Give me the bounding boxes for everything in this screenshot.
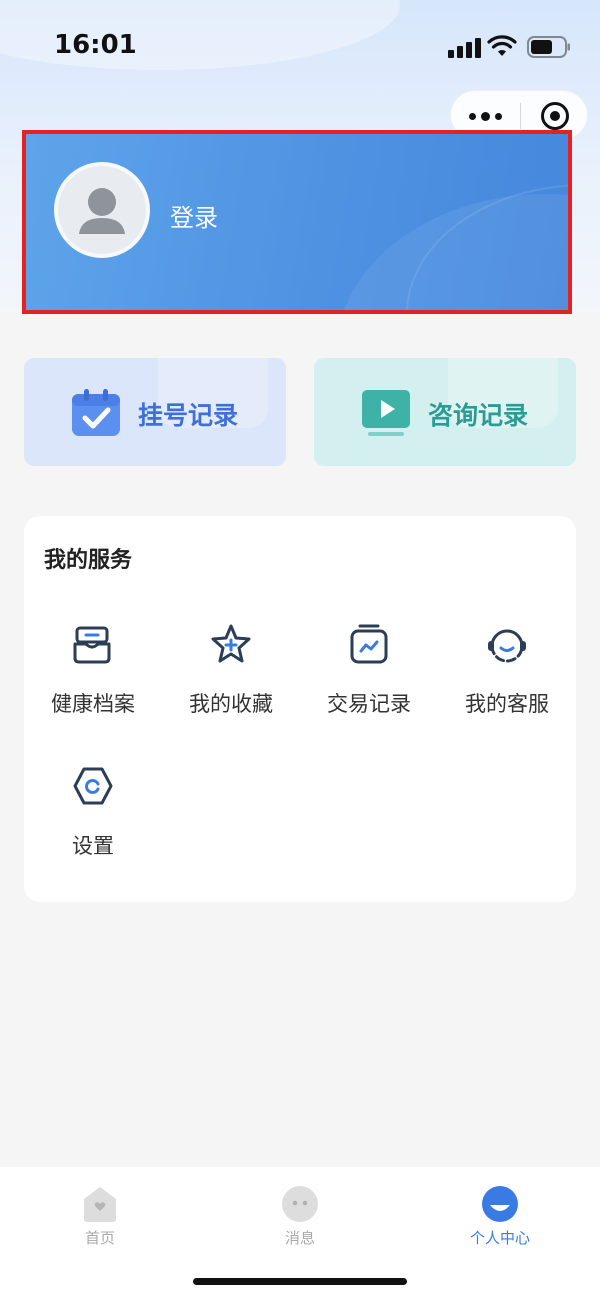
target-circle-icon (541, 102, 569, 130)
user-placeholder-icon (79, 188, 125, 234)
login-card[interactable]: 登录 (22, 130, 572, 314)
services-title: 我的服务 (44, 548, 133, 573)
service-health-record[interactable]: 健康档案 (24, 622, 162, 742)
home-heart-icon (84, 1187, 116, 1222)
more-dots-icon (469, 112, 476, 120)
profile-page: 16:01 登录 挂号记录 咨询记录 我的服务 健康档案 我的收藏 交易记录 我… (0, 0, 600, 1299)
settings-hexagon-icon (73, 767, 113, 805)
video-play-icon (362, 390, 410, 436)
wifi-icon (487, 35, 517, 56)
customer-service-icon (488, 629, 526, 663)
tab-profile[interactable]: 个人中心 (400, 1175, 600, 1255)
service-my-favorites[interactable]: 我的收藏 (162, 622, 300, 742)
status-time: 16:01 (54, 30, 137, 60)
avatar[interactable] (54, 162, 150, 258)
registration-records-label: 挂号记录 (138, 401, 239, 430)
service-settings[interactable]: 设置 (24, 764, 162, 884)
login-link[interactable]: 登录 (170, 198, 218, 233)
profile-smile-icon (482, 1186, 518, 1222)
tab-messages[interactable]: 消息 (200, 1175, 400, 1255)
consultation-records-button[interactable]: 咨询记录 (314, 358, 576, 466)
registration-records-button[interactable]: 挂号记录 (24, 358, 286, 466)
tab-home[interactable]: 首页 (0, 1175, 200, 1255)
battery-icon (527, 36, 570, 58)
message-dots-icon (282, 1186, 318, 1222)
status-bar: 16:01 (0, 0, 600, 94)
home-indicator (193, 1278, 407, 1285)
cellular-signal-icon (448, 38, 482, 58)
star-plus-icon (211, 624, 251, 663)
service-customer-support[interactable]: 我的客服 (438, 622, 576, 742)
transaction-chart-icon (350, 624, 388, 664)
my-services-card: 我的服务 健康档案 我的收藏 交易记录 我的客服 设置 (24, 516, 576, 902)
health-record-icon (73, 626, 111, 664)
service-transactions[interactable]: 交易记录 (300, 622, 438, 742)
consultation-records-label: 咨询记录 (428, 401, 529, 430)
calendar-check-icon (72, 389, 120, 436)
